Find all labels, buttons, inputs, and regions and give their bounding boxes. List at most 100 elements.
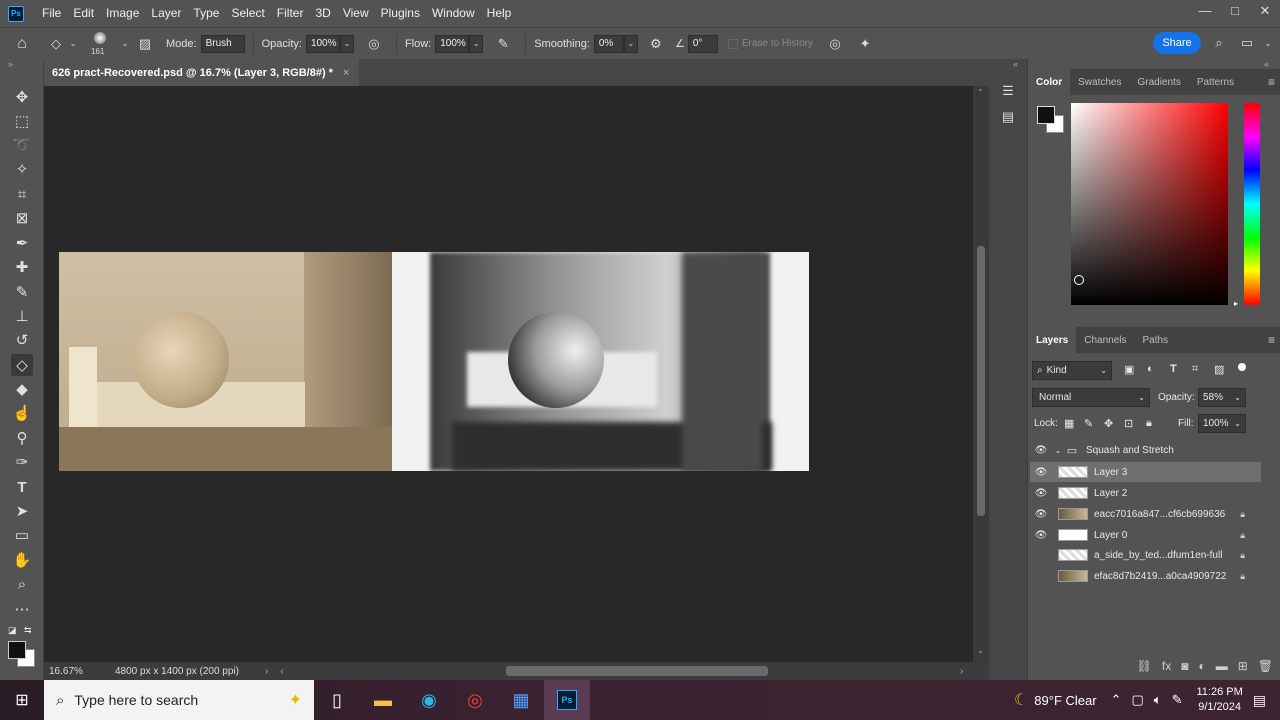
- menu-image[interactable]: Image: [100, 0, 145, 27]
- smart-object-filter-icon[interactable]: ▨: [1214, 363, 1224, 376]
- visibility-eye-icon[interactable]: 👁︎: [1030, 488, 1052, 499]
- dodge-tool-icon[interactable]: ⚲: [11, 427, 33, 449]
- angle-input[interactable]: 0°: [687, 34, 718, 53]
- gear-icon[interactable]: ⚙: [644, 36, 668, 52]
- menu-file[interactable]: File: [36, 0, 67, 27]
- adjustment-layer-filter-icon[interactable]: ◐: [1147, 363, 1154, 375]
- lock-artboard-icon[interactable]: ⊡: [1124, 417, 1133, 430]
- layer-row[interactable]: efac8d7b2419...a0ca4909722 🔒︎: [1030, 566, 1261, 586]
- panel-menu-icon[interactable]: ≡: [1268, 333, 1275, 347]
- smudge-tool-icon[interactable]: ☝: [11, 402, 33, 424]
- add-mask-icon[interactable]: ◙: [1181, 659, 1188, 673]
- visibility-eye-icon[interactable]: 👁︎: [1030, 467, 1052, 478]
- lock-transparent-icon[interactable]: ▦: [1064, 417, 1074, 430]
- erase-to-history-checkbox[interactable]: [727, 38, 738, 49]
- smoothing-input[interactable]: 0%: [593, 34, 624, 53]
- lock-position-icon[interactable]: ✥: [1104, 417, 1113, 430]
- tab-patterns[interactable]: Patterns: [1189, 69, 1242, 95]
- vertical-scrollbar[interactable]: ⌃ ⌄: [973, 86, 989, 662]
- chevron-up-icon[interactable]: ⌃: [1111, 692, 1122, 708]
- scroll-up-icon[interactable]: ⌃: [977, 88, 984, 97]
- brush-preset-picker[interactable]: 161: [84, 30, 120, 58]
- status-menu-arrow-icon[interactable]: ›: [265, 666, 268, 677]
- visibility-eye-icon[interactable]: 👁︎: [1030, 445, 1052, 456]
- taskbar-search-box[interactable]: ⌕ Type here to search ✦: [44, 680, 314, 720]
- brush-tool-icon[interactable]: ✎: [11, 281, 33, 303]
- weather-text[interactable]: 89°F Clear: [1034, 693, 1096, 708]
- blend-mode-select[interactable]: Normal ⌄: [1032, 388, 1150, 407]
- task-view-icon[interactable]: ▯: [314, 680, 360, 720]
- new-layer-icon[interactable]: ⊞: [1238, 659, 1248, 673]
- collapse-arrows-icon[interactable]: «: [1013, 59, 1018, 69]
- layer-group-row[interactable]: 👁︎ ⌄ ▭ Squash and Stretch: [1030, 440, 1261, 460]
- photoshop-logo-icon[interactable]: Ps: [8, 5, 24, 22]
- filter-toggle-icon[interactable]: [1238, 363, 1246, 371]
- menu-type[interactable]: Type: [187, 0, 225, 27]
- collapse-arrows-icon[interactable]: »: [8, 59, 13, 69]
- chevron-down-icon[interactable]: ⌄: [120, 39, 130, 48]
- horizontal-scroll-thumb[interactable]: [506, 666, 768, 676]
- minimize-button[interactable]: —: [1190, 0, 1220, 22]
- tab-paths[interactable]: Paths: [1135, 327, 1177, 353]
- type-tool-icon[interactable]: T: [11, 476, 33, 498]
- photoshop-taskbar-icon[interactable]: Ps: [544, 680, 590, 720]
- hand-tool-icon[interactable]: ✋: [11, 549, 33, 571]
- close-tab-icon[interactable]: ×: [343, 67, 349, 79]
- kind-filter-select[interactable]: ⌕ Kind ⌄: [1032, 361, 1112, 380]
- menu-plugins[interactable]: Plugins: [375, 0, 426, 27]
- lock-image-icon[interactable]: ✎: [1084, 417, 1093, 430]
- color-field[interactable]: [1071, 103, 1228, 305]
- opacity-input[interactable]: 100%: [305, 34, 340, 53]
- layer-row[interactable]: 👁︎ Layer 2: [1030, 483, 1261, 503]
- foreground-color-swatch[interactable]: [1037, 106, 1055, 124]
- vertical-scroll-thumb[interactable]: [977, 246, 985, 516]
- scroll-left-icon[interactable]: ‹: [280, 666, 283, 677]
- airbrush-icon[interactable]: ✎: [489, 36, 517, 52]
- pen-input-icon[interactable]: ✎: [1172, 692, 1183, 708]
- symmetry-icon[interactable]: ✦: [853, 36, 877, 52]
- menu-filter[interactable]: Filter: [271, 0, 310, 27]
- scroll-right-icon[interactable]: ›: [960, 666, 963, 677]
- menu-help[interactable]: Help: [481, 0, 518, 27]
- flow-input[interactable]: 100%: [435, 34, 470, 53]
- panel-menu-icon[interactable]: ≡: [1268, 75, 1275, 89]
- history-brush-tool-icon[interactable]: ↺: [11, 329, 33, 351]
- new-group-folder-icon[interactable]: ▬: [1216, 659, 1228, 673]
- more-tools-icon[interactable]: ⋯: [11, 598, 33, 620]
- magic-wand-tool-icon[interactable]: ✧: [11, 158, 33, 180]
- layer-row[interactable]: 👁︎ Layer 3: [1030, 462, 1261, 482]
- tab-swatches[interactable]: Swatches: [1070, 69, 1129, 95]
- fill-input[interactable]: 100% ⌄: [1198, 414, 1246, 433]
- default-colors-icon[interactable]: ◪: [8, 625, 17, 636]
- frame-tool-icon[interactable]: ⊠: [11, 207, 33, 229]
- path-selection-tool-icon[interactable]: ➤: [11, 500, 33, 522]
- pressure-size-icon[interactable]: ◎: [823, 36, 847, 52]
- healing-brush-tool-icon[interactable]: ✚: [11, 256, 33, 278]
- chevron-down-icon[interactable]: ⌄: [469, 34, 484, 53]
- menu-view[interactable]: View: [337, 0, 375, 27]
- marquee-tool-icon[interactable]: ⬚: [11, 110, 33, 132]
- eraser-tool-preset-icon[interactable]: ◇: [44, 36, 68, 52]
- layer-row[interactable]: a_side_by_ted...dfum1en-full 🔒︎: [1030, 545, 1261, 565]
- scroll-down-icon[interactable]: ⌄: [977, 646, 984, 655]
- taskbar-clock[interactable]: 11:26 PM 9/1/2024: [1196, 685, 1242, 715]
- swap-colors-icon[interactable]: ⇆: [24, 625, 32, 636]
- eyedropper-tool-icon[interactable]: ✒: [11, 232, 33, 254]
- crop-tool-icon[interactable]: ⌗: [11, 183, 33, 205]
- zoom-tool-icon[interactable]: ⌕: [11, 573, 33, 595]
- network-icon[interactable]: ▢: [1131, 692, 1143, 708]
- tab-gradients[interactable]: Gradients: [1129, 69, 1188, 95]
- paint-bucket-tool-icon[interactable]: ◆: [11, 378, 33, 400]
- visibility-eye-icon[interactable]: 👁︎: [1030, 530, 1052, 541]
- share-button[interactable]: Share: [1153, 32, 1201, 54]
- visibility-eye-icon[interactable]: 👁︎: [1030, 509, 1052, 520]
- file-explorer-icon[interactable]: ▬: [360, 680, 406, 720]
- foreground-color-swatch[interactable]: [8, 641, 26, 659]
- collapse-arrows-icon[interactable]: «: [1264, 59, 1269, 69]
- ms-store-icon[interactable]: ▦: [498, 680, 544, 720]
- tab-channels[interactable]: Channels: [1076, 327, 1134, 353]
- home-icon[interactable]: ⌂: [0, 35, 44, 53]
- chevron-down-icon[interactable]: ⌄: [68, 39, 78, 48]
- adjustment-layer-icon[interactable]: ◐: [1198, 659, 1205, 673]
- clone-stamp-tool-icon[interactable]: ⊥: [11, 305, 33, 327]
